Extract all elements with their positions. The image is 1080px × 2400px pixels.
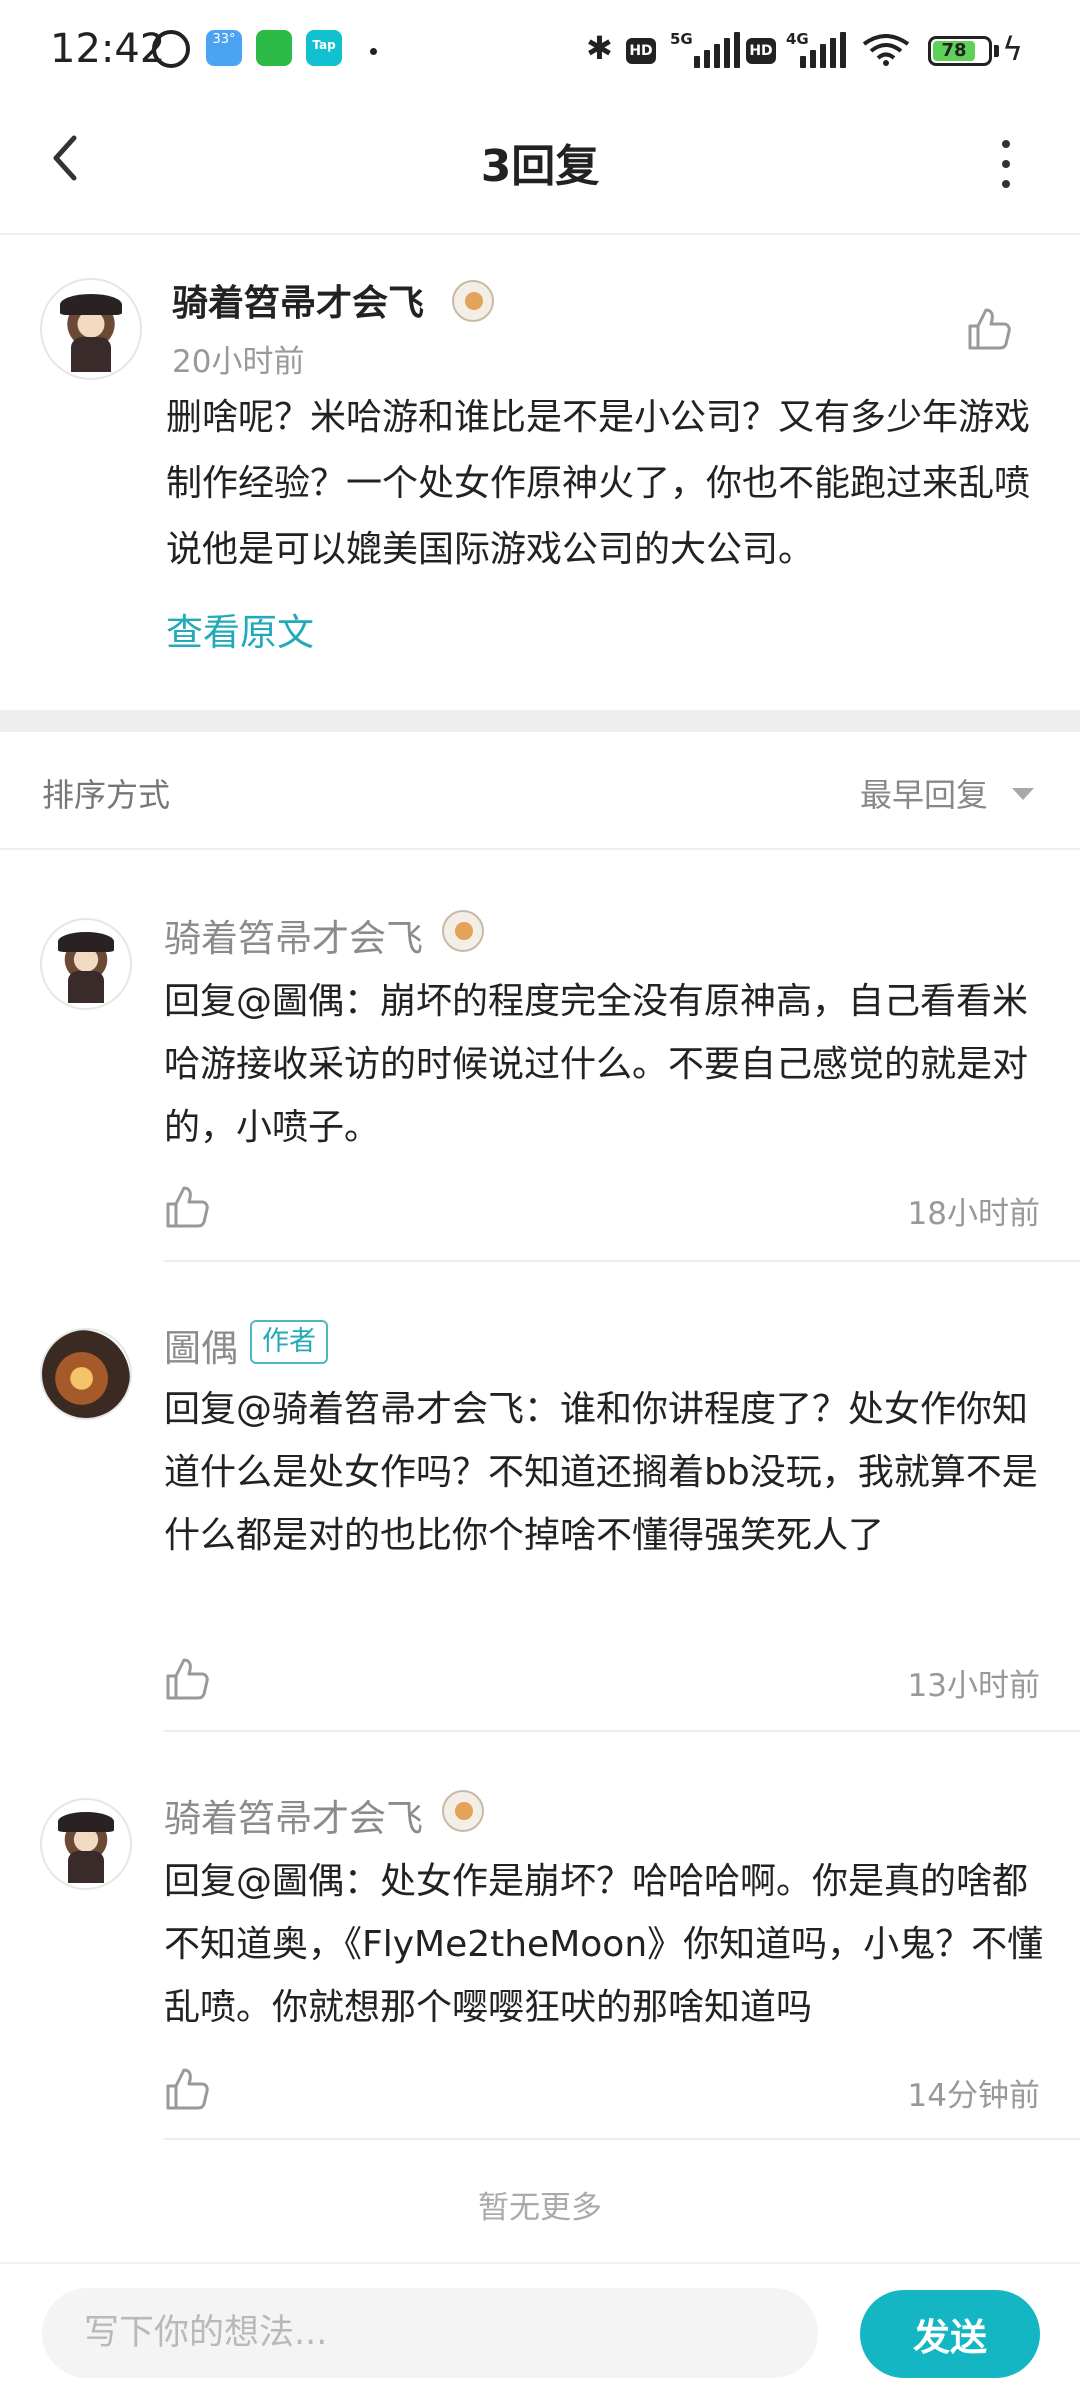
no-more-label: 暂无更多 [478,2190,602,2226]
bluetooth-icon: ✱ [586,29,613,67]
view-original-link[interactable]: 查看原文 [166,602,314,656]
sort-label: 排序方式 [42,776,171,814]
reply-divider [164,1260,1080,1262]
notification-dot-icon [370,48,377,55]
reply-divider [164,2138,1080,2140]
avatar[interactable] [40,1328,132,1420]
user-badge-icon [442,910,484,952]
hd-icon: HD [626,38,656,64]
sort-bar: 排序方式 最早回复 [0,732,1080,850]
reply-timestamp: 14分钟前 [907,2078,1040,2114]
battery-icon: 78 [928,36,992,66]
author-tag: 作者 [250,1320,328,1364]
battery-level: 78 [933,41,976,61]
reply-author-name[interactable]: 骑着笤帚才会飞 [164,908,423,962]
status-bar: 12:42 33° Tap ✱ HD 5G HD 4G 78 ϟ [0,0,1080,100]
battery-cap [994,45,999,57]
signal-icon [694,32,740,68]
top-navigation-bar: 3回复 [0,100,1080,235]
post-timestamp: 20小时前 [172,344,305,380]
like-icon[interactable] [164,1656,210,1702]
reply-timestamp: 13小时前 [907,1668,1040,1704]
taptap-icon: Tap [306,30,342,66]
reply-timestamp: 18小时前 [907,1196,1040,1232]
like-icon[interactable] [164,2066,210,2112]
reply-content: 回复@圖偶：崩坏的程度完全没有原神高，自己看看米哈游接收采访的时候说过什么。不要… [164,981,1029,1148]
caret-down-icon[interactable] [1012,788,1034,800]
sort-dropdown[interactable]: 最早回复 [860,770,988,816]
reply-divider [164,1730,1080,1732]
avatar[interactable] [40,918,132,1010]
user-badge-icon [452,280,494,322]
reply-content: 回复@圖偶：处女作是崩坏？哈哈哈啊。你是真的啥都不知道奥，《FlyMe2theM… [164,1861,1044,2028]
network-5g-label: 5G [670,30,693,48]
like-icon[interactable] [164,1184,210,1230]
weather-app-icon: 33° [206,30,242,66]
send-button[interactable]: 发送 [860,2290,1040,2378]
like-icon[interactable] [966,306,1012,352]
charging-icon: ϟ [1002,30,1024,68]
user-badge-icon [442,1790,484,1832]
signal-icon [800,32,846,68]
comment-bar: 发送 [0,2262,1080,2400]
status-time: 12:42 [50,26,166,72]
reply-author-name[interactable]: 圖偶 [164,1318,238,1372]
wechat-icon [256,30,292,66]
comment-input[interactable] [42,2288,818,2378]
more-options-icon[interactable] [1000,140,1012,188]
page-title: 3回复 [480,141,600,192]
section-divider [0,710,1080,732]
hd-icon: HD [746,38,776,64]
alarm-icon [152,30,190,68]
reply-content: 回复@骑着笤帚才会飞：谁和你讲程度了？处女作你知道什么是处女作吗？不知道还搁着b… [164,1389,1038,1556]
post-author-name[interactable]: 骑着笤帚才会飞 [172,274,424,326]
post-content: 删啥呢？米哈游和谁比是不是小公司？又有多少年游戏制作经验？一个处女作原神火了，你… [166,397,1031,570]
avatar[interactable] [40,1798,132,1890]
wifi-icon [862,34,910,66]
reply-author-name[interactable]: 骑着笤帚才会飞 [164,1788,423,1842]
avatar[interactable] [40,278,142,380]
